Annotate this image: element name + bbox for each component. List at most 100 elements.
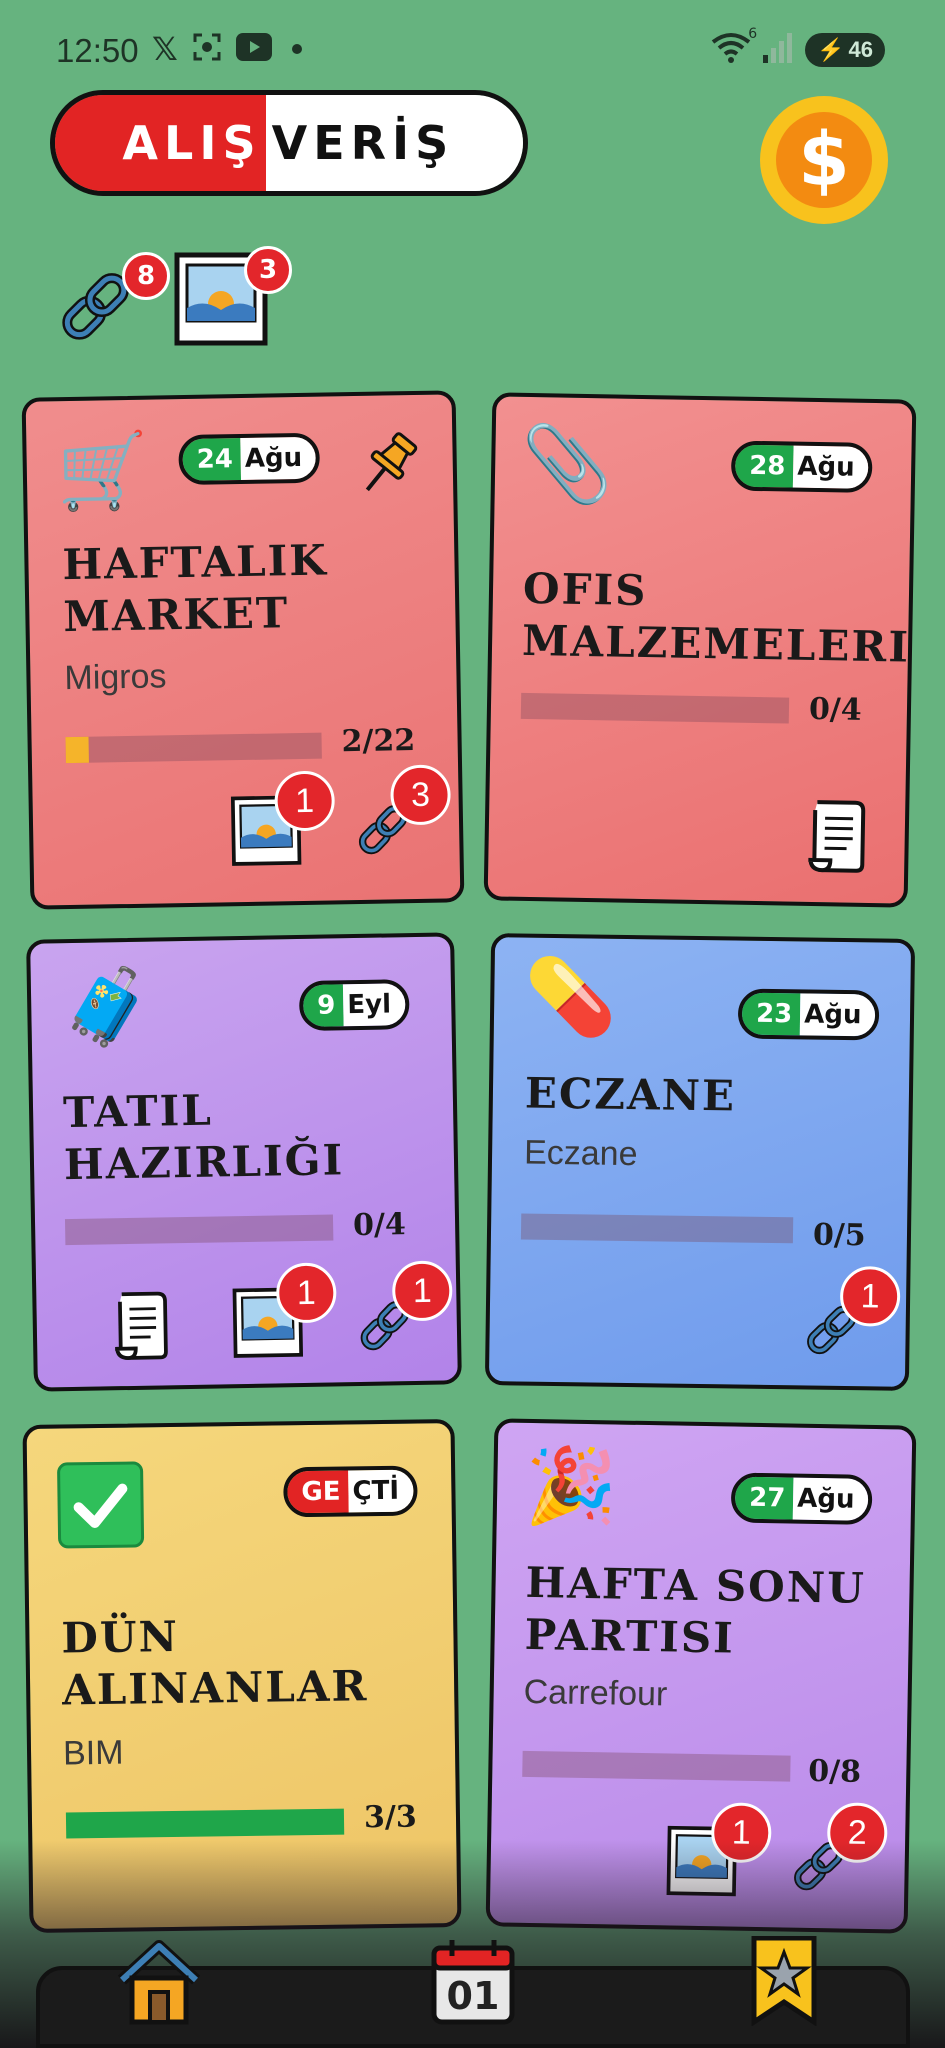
date-month: Eyl [343, 983, 406, 1027]
coin-button[interactable]: $ [760, 96, 888, 224]
progress-bar [65, 1808, 345, 1839]
document-icon [115, 1291, 168, 1360]
date-day: 28 [734, 444, 794, 488]
nav-home[interactable] [114, 1936, 204, 2030]
progress-bar [522, 1750, 791, 1782]
date-month: Ağu [799, 993, 876, 1037]
date-day: 27 [734, 1476, 794, 1520]
list-card-eczane[interactable]: 💊 23 Ağu Eczane Eczane 0/5 1 [484, 933, 916, 1391]
card-title: Haftalık Market [62, 533, 444, 644]
progress-count: 0/4 [808, 691, 862, 728]
title-right-half: VERİŞ [265, 95, 523, 191]
date-day: 9 [302, 984, 344, 1027]
list-card-haftalik-market[interactable]: 🛒 24 Ağu Haftalık Market Migros 2/22 1 3 [21, 390, 465, 910]
card-title-line2: Alınanlar [61, 1661, 369, 1715]
date-month: Ağu [793, 445, 870, 489]
progress-count: 0/5 [812, 1217, 866, 1254]
dollar-icon: $ [776, 112, 872, 208]
progress-bar [65, 732, 322, 764]
youtube-icon [235, 33, 272, 65]
card-title-line1: Hafta Sonu [525, 1557, 867, 1613]
title-right-text: VERİŞ [271, 116, 455, 170]
progress-fill [65, 1808, 345, 1839]
progress-count: 3/3 [363, 1799, 417, 1836]
star-ribbon-icon [751, 1935, 817, 2027]
link-attachment-button[interactable]: 3 [351, 764, 452, 868]
date-month: Ağu [792, 1477, 869, 1521]
image-count-badge: 1 [274, 770, 336, 832]
wifi-label: 6 [748, 26, 758, 42]
image-attachment-button[interactable]: 1 [232, 1262, 337, 1360]
note-button[interactable] [806, 798, 873, 879]
top-filters: 8 3 [52, 246, 312, 360]
link-attachment-button[interactable]: 1 [352, 1260, 453, 1364]
card-title-line1: Tatil [62, 1085, 214, 1138]
nav-favorites[interactable] [748, 1935, 820, 2030]
card-store: Migros [64, 657, 167, 698]
image-attachment-button[interactable]: 1 [230, 770, 336, 868]
calendar-icon: 01 [428, 1936, 518, 2026]
card-store: Carrefour [523, 1672, 668, 1714]
card-title-line2: Market [62, 588, 290, 642]
progress-bar [520, 1213, 794, 1244]
calendar-day: 01 [446, 1974, 500, 2018]
nav-calendar[interactable]: 01 [428, 1936, 518, 2026]
list-card-ofis-malzemeleri[interactable]: 📎 28 Ağu Ofis Malzemeleri 0/4 [483, 392, 917, 908]
battery-indicator: ⚡ 46 [805, 33, 885, 67]
dot-icon [291, 44, 302, 54]
status-time: 12:50 [56, 32, 139, 69]
status-bar: 12:50 𝕏 6 ⚡ 46 [0, 0, 945, 100]
card-title: Dün Alınanlar [61, 1607, 452, 1716]
document-icon [808, 800, 866, 873]
card-title: Tatil Hazırlığı [63, 1081, 445, 1192]
image-count-badge: 1 [275, 1262, 337, 1324]
link-attachment-button[interactable]: 1 [799, 1265, 901, 1368]
card-store: BIM [62, 1733, 124, 1773]
progress-bar [520, 692, 790, 724]
progress-bar [64, 1214, 334, 1246]
links-count-badge: 8 [122, 252, 170, 300]
bolt-icon: ⚡ [817, 37, 845, 62]
party-popper-icon: 🎉 [524, 1442, 619, 1531]
card-title-line1: Eczane [524, 1068, 737, 1121]
list-card-tatil-hazirligi[interactable]: 🧳 9 Eyl Tatil Hazırlığı 0/4 1 1 [26, 932, 462, 1392]
card-title: Ofis Malzemeleri [522, 563, 914, 674]
date-badge: 9 Eyl [298, 979, 410, 1032]
luggage-icon: 🧳 [60, 963, 155, 1052]
card-title-line1: Haftalık [62, 535, 329, 590]
date-day: 24 [182, 438, 242, 482]
card-title: Hafta Sonu Partisi [524, 1557, 916, 1668]
progress-count: 0/8 [808, 1753, 862, 1790]
system-icons: 6 ⚡ 46 [711, 26, 885, 68]
paperclip-icon: 📎 [520, 420, 615, 509]
link-count-badge: 1 [839, 1265, 901, 1327]
date-day: 23 [741, 992, 801, 1036]
date-badge: 24 Ağu [178, 432, 321, 486]
status-badge-right: ÇTİ [348, 1469, 414, 1513]
signal-icon [763, 33, 793, 67]
images-count-badge: 3 [244, 246, 292, 294]
shopping-cart-icon: 🛒 [56, 427, 150, 516]
x-icon: 𝕏 [152, 30, 178, 68]
progress-count: 2/22 [341, 723, 416, 760]
title-left-half: ALIŞ [55, 95, 266, 191]
card-title-line2: Malzemeleri [521, 615, 911, 672]
battery-level: 46 [848, 37, 873, 62]
card-title-line2: Partisi [524, 1609, 736, 1663]
progress-fill [65, 736, 89, 764]
notification-icons: 𝕏 [152, 30, 302, 68]
home-icon [117, 1940, 201, 2025]
images-filter[interactable]: 3 [174, 246, 292, 352]
pin-icon[interactable] [350, 425, 427, 506]
date-badge: 23 Ağu [737, 988, 880, 1041]
title-left-text: ALIŞ [122, 116, 262, 170]
link-count-badge: 3 [390, 764, 452, 826]
links-filter[interactable]: 8 [52, 252, 170, 360]
note-button[interactable] [112, 1289, 175, 1366]
card-title: Eczane [525, 1068, 896, 1125]
progress-count: 0/4 [352, 1207, 407, 1244]
card-title-line1: Ofis [522, 563, 648, 616]
card-title-line2: Hazırlığı [63, 1135, 345, 1190]
link-count-badge: 1 [391, 1260, 453, 1322]
date-badge: 27 Ağu [730, 1472, 873, 1525]
